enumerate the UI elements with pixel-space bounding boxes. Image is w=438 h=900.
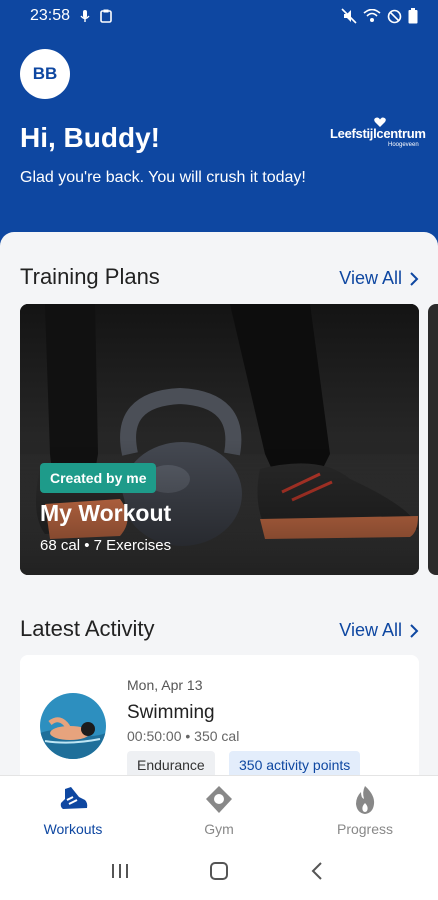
status-time: 23:58 — [30, 7, 71, 24]
location-pin-icon — [206, 786, 232, 813]
do-not-disturb-icon — [387, 9, 402, 23]
view-all-label: View All — [339, 620, 402, 640]
greeting-subtitle: Glad you're back. You will crush it toda… — [20, 169, 306, 186]
nav-progress[interactable]: Progress — [292, 776, 438, 841]
activity-meta: 00:50:00 • 350 cal — [127, 728, 240, 744]
nav-gym[interactable]: Gym — [146, 776, 292, 841]
nav-workouts[interactable]: Workouts — [0, 776, 146, 841]
view-all-label: View All — [339, 268, 402, 288]
swimming-photo — [40, 693, 106, 759]
status-bar: 23:58 — [0, 0, 438, 32]
activity-card[interactable]: Mon, Apr 13 Swimming 00:50:00 • 350 cal … — [20, 655, 419, 795]
nav-progress-label: Progress — [336, 821, 394, 837]
system-navigation-bar — [0, 841, 438, 900]
recent-apps-icon[interactable] — [109, 860, 131, 882]
latest-activity-title: Latest Activity — [20, 616, 155, 641]
mute-icon — [341, 8, 357, 24]
training-plan-card[interactable]: Created by me My Workout 68 cal • 7 Exer… — [20, 304, 419, 575]
avatar[interactable]: BB — [20, 49, 70, 99]
home-icon[interactable] — [208, 860, 230, 882]
plan-meta: 68 cal • 7 Exercises — [40, 537, 172, 554]
shoe-icon — [60, 787, 88, 809]
clipboard-icon — [100, 9, 112, 23]
latest-activity-view-all-link[interactable]: View All — [339, 620, 420, 641]
flame-icon — [356, 786, 375, 814]
chevron-right-icon — [410, 623, 419, 638]
chevron-right-icon — [410, 271, 419, 286]
logo-text: Leefstijlcentrum — [330, 126, 426, 141]
activity-name: Swimming — [127, 702, 215, 723]
battery-icon — [408, 8, 418, 24]
activity-date: Mon, Apr 13 — [127, 677, 203, 693]
nav-workouts-label: Workouts — [43, 821, 103, 837]
next-plan-card-peek[interactable] — [428, 304, 438, 575]
training-plans-view-all-link[interactable]: View All — [339, 268, 420, 289]
wifi-icon — [363, 9, 381, 22]
training-plans-title: Training Plans — [20, 264, 160, 289]
workout-photo — [20, 304, 419, 575]
back-icon[interactable] — [307, 860, 329, 882]
created-by-me-badge: Created by me — [40, 463, 157, 493]
plan-title: My Workout — [40, 500, 172, 526]
header: 23:58 BB Leefstijlcentrum Hoogeveen Hi, … — [0, 0, 438, 250]
mic-icon — [80, 10, 90, 22]
logo-subtext: Hoogeveen — [388, 142, 419, 148]
brand-logo: Leefstijlcentrum Hoogeveen — [330, 117, 428, 151]
greeting-title: Hi, Buddy! — [20, 122, 160, 153]
bottom-navigation: Workouts Gym Progress — [0, 775, 438, 841]
nav-gym-label: Gym — [204, 821, 234, 837]
